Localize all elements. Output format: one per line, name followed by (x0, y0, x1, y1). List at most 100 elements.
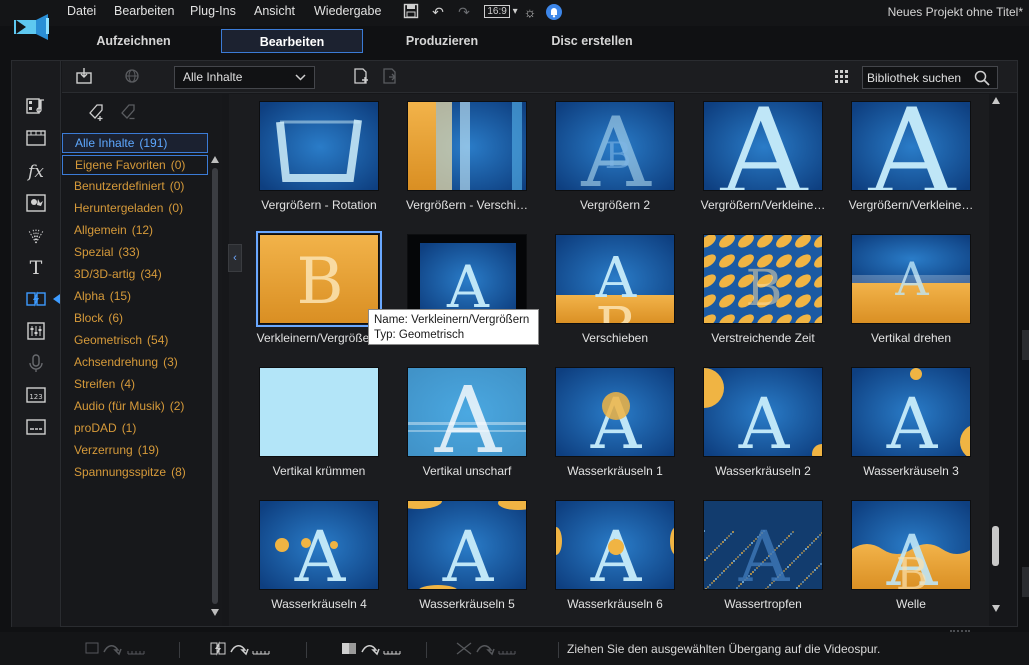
category-count: (0) (169, 179, 185, 193)
grid-scrollbar[interactable] (990, 94, 1002, 616)
random-transition-icon[interactable] (84, 640, 148, 658)
tab-aufzeichnen[interactable]: Aufzeichnen (75, 29, 192, 53)
transition-thumbnail[interactable]: B (256, 231, 382, 327)
undo-icon[interactable]: ↶ (428, 3, 448, 21)
postfix-transition-icon[interactable] (455, 640, 519, 658)
import-media-icon[interactable] (74, 67, 94, 87)
aspect-ratio-selector[interactable]: 16:9 ▾ (483, 3, 519, 21)
scrollbar-thumb[interactable] (212, 168, 218, 604)
category-item[interactable]: Geometrisch (54) (62, 331, 208, 351)
category-item[interactable]: Alle Inhalte (191) (62, 133, 208, 153)
scroll-down-icon[interactable] (211, 609, 219, 616)
right-panel-handle-lower[interactable] (1022, 567, 1029, 597)
transition-room-icon[interactable] (24, 289, 48, 311)
grid-view-icon[interactable] (834, 69, 850, 85)
transition-thumbnail[interactable]: A (259, 500, 379, 590)
svg-text:A: A (738, 516, 791, 590)
category-item[interactable]: Alpha (15) (62, 287, 208, 307)
transition-thumbnail[interactable]: A (407, 500, 527, 590)
category-item[interactable]: Audio (für Musik) (2) (62, 397, 208, 417)
pip-room-icon[interactable] (24, 193, 48, 215)
transition-thumbnail[interactable]: AB (555, 101, 675, 191)
notification-bell-icon[interactable] (545, 3, 563, 21)
transition-thumbnail[interactable]: A (851, 101, 971, 191)
voice-over-icon[interactable] (24, 353, 48, 375)
transition-thumbnail[interactable]: A (851, 367, 971, 457)
transition-thumbnail[interactable]: AB (851, 500, 971, 590)
category-item[interactable]: Allgemein (12) (62, 221, 208, 241)
transition-thumbnail[interactable]: A (703, 500, 823, 590)
menu-bearbeiten[interactable]: Bearbeiten (114, 4, 174, 18)
category-item[interactable]: 3D/3D-artig (34) (62, 265, 208, 285)
category-item[interactable]: Streifen (4) (62, 375, 208, 395)
settings-gear-icon[interactable]: ☼ (521, 3, 539, 21)
menu-plugins[interactable]: Plug-Ins (190, 4, 236, 18)
transition-thumbnail[interactable]: A (555, 500, 675, 590)
tab-disc-erstellen[interactable]: Disc erstellen (532, 29, 652, 53)
audio-mixing-room-icon[interactable] (24, 321, 48, 343)
category-item[interactable]: Verzerrung (19) (62, 441, 208, 461)
collapse-panel-button[interactable]: ‹ (228, 244, 242, 272)
download-content-icon[interactable] (122, 67, 142, 87)
subtitle-room-icon[interactable] (24, 417, 48, 439)
tab-bearbeiten[interactable]: Bearbeiten (221, 29, 363, 53)
redo-icon[interactable]: ↷ (454, 3, 474, 21)
title-room-icon[interactable]: T (24, 257, 48, 279)
category-item[interactable]: Spezial (33) (62, 243, 208, 263)
transition-label: Wasserkräuseln 3 (863, 464, 959, 478)
transition-thumbnail[interactable]: AB (555, 234, 675, 324)
fx-room-icon[interactable]: fx (24, 161, 48, 183)
aspect-ratio-label: 16:9 (484, 5, 510, 18)
particle-room-icon[interactable] (24, 225, 48, 247)
search-icon[interactable] (974, 70, 990, 86)
right-panel-handle[interactable] (1022, 330, 1029, 360)
category-item[interactable]: Achsendrehung (3) (62, 353, 208, 373)
transition-thumbnail[interactable] (259, 101, 379, 191)
category-item[interactable]: Benutzerdefiniert (0) (62, 177, 208, 197)
toolbar-separator (426, 642, 427, 658)
transition-thumbnail[interactable] (259, 367, 379, 457)
prefix-transition-icon[interactable] (209, 640, 273, 658)
chapter-room-icon[interactable]: 123 (24, 385, 48, 407)
category-label: Spannungsspitze (74, 465, 167, 479)
video-room-icon[interactable] (24, 128, 48, 150)
category-item[interactable]: Heruntergeladen (0) (62, 199, 208, 219)
add-tag-icon[interactable] (86, 102, 108, 124)
svg-text:B: B (746, 259, 783, 317)
transition-thumbnail[interactable]: A (851, 234, 971, 324)
content-filter-dropdown[interactable]: Alle Inhalte (174, 66, 315, 89)
cross-transition-icon[interactable] (340, 640, 404, 658)
menu-datei[interactable]: Datei (67, 4, 96, 18)
category-item[interactable]: proDAD (1) (62, 419, 208, 439)
transition-thumbnail[interactable] (407, 101, 527, 191)
category-item[interactable]: Block (6) (62, 309, 208, 329)
transition-label: Vertikal drehen (870, 331, 952, 345)
media-room-icon[interactable] (24, 96, 48, 118)
transition-label: Vergrößern/Verkleine… (700, 198, 826, 212)
save-icon[interactable] (402, 3, 420, 21)
mode-tabs: Aufzeichnen Bearbeiten Produzieren Disc … (0, 28, 1029, 56)
transition-thumbnail[interactable]: A (407, 367, 527, 457)
remove-tag-icon[interactable] (118, 102, 140, 124)
scrollbar-thumb[interactable] (992, 526, 999, 566)
transition-label: Welle (896, 597, 926, 611)
category-count: (54) (147, 333, 169, 347)
transition-thumbnail[interactable]: B (703, 234, 823, 324)
category-count: (8) (171, 465, 186, 479)
transition-thumbnail[interactable]: A (703, 101, 823, 191)
scroll-down-icon[interactable] (992, 605, 1000, 612)
transition-thumbnail[interactable]: A (703, 367, 823, 457)
category-scrollbar[interactable] (211, 156, 219, 616)
category-item[interactable]: Eigene Favoriten (0) (62, 155, 208, 175)
svg-text:A: A (442, 516, 495, 590)
category-item[interactable]: Spannungsspitze (8) (62, 463, 208, 483)
transition-thumbnail[interactable]: A (555, 367, 675, 457)
apply-to-all-icon[interactable] (380, 67, 400, 87)
scroll-up-icon[interactable] (992, 97, 1000, 104)
category-label: 3D/3D-artig (74, 267, 136, 281)
tab-produzieren[interactable]: Produzieren (385, 29, 499, 53)
add-to-timeline-icon[interactable] (351, 67, 371, 87)
menu-wiedergabe[interactable]: Wiedergabe (314, 4, 381, 18)
scroll-up-icon[interactable] (211, 156, 219, 163)
menu-ansicht[interactable]: Ansicht (254, 4, 295, 18)
